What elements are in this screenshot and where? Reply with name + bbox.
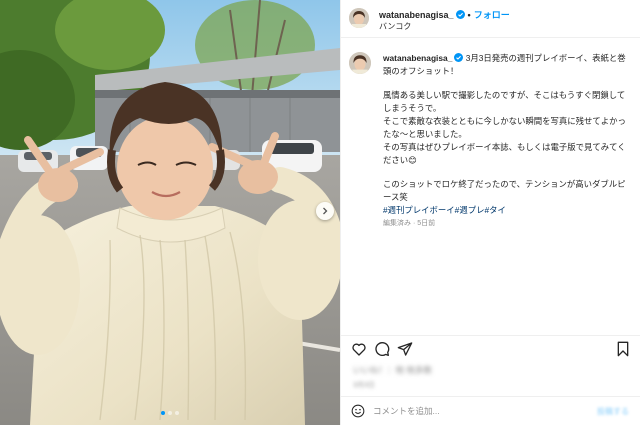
caption-paragraph-5: このショットでロケ終了だったので、テンションが高いダブルピース笑 [383, 179, 626, 202]
carousel-next-button[interactable] [316, 202, 334, 220]
caption-text: watanabenagisa_ 3月3日発売の週刊プレイボーイ、表紙と巻頭のオフ… [383, 52, 633, 230]
send-icon[interactable] [397, 341, 413, 357]
likes-count[interactable]: いいね！：他 他多数 [353, 364, 432, 376]
hashtags[interactable]: #週刊プレイボーイ#週プレ#タイ [383, 204, 633, 217]
header-separator: • [467, 10, 471, 20]
header-username[interactable]: watanabenagisa_ [379, 10, 454, 20]
caption-paragraph-4: その写真はぜひプレイボーイ本誌、もしくは電子版で見てみてください [383, 142, 626, 165]
avatar[interactable] [349, 8, 369, 28]
chevron-right-icon [323, 207, 328, 215]
verified-badge-icon [454, 53, 464, 62]
bookmark-icon[interactable] [615, 341, 631, 357]
smile-emoji: 😊 [408, 155, 417, 165]
caption-meta: 編集済み · 5日前 [383, 220, 436, 227]
carousel-indicator [0, 411, 340, 415]
avatar-image [349, 8, 369, 28]
caption-paragraph-3: そこで素敵な衣装とともに今しかない瞬間を写真に残せてよかったな〜と思いました。 [383, 116, 626, 139]
carousel-dot [161, 411, 165, 415]
post-comment-button[interactable]: 投稿する [597, 406, 629, 417]
photo-illustration [0, 0, 340, 425]
follow-button[interactable]: フォロー [474, 10, 510, 20]
post-header: watanabenagisa_ • フォロー バンコク [341, 0, 640, 38]
verified-badge-icon [455, 10, 465, 19]
smiley-icon[interactable] [351, 404, 365, 418]
comment-input[interactable] [373, 403, 593, 419]
carousel-dot [168, 411, 172, 415]
location-link[interactable]: バンコク [379, 21, 411, 32]
avatar-image [349, 52, 371, 74]
comment-box: 投稿する [341, 396, 640, 425]
caption-avatar[interactable] [349, 52, 371, 74]
comment-icon[interactable] [374, 341, 390, 357]
caption-username[interactable]: watanabenagisa_ [383, 53, 452, 63]
heart-icon[interactable] [351, 341, 367, 357]
post-date: 3月3日 [353, 382, 375, 389]
caption-paragraph-2: 風情ある美しい駅で撮影したのですが、そこはもうすぐ閉鎖してしまうそうで。 [383, 90, 626, 113]
action-bar [341, 335, 640, 359]
post-photo[interactable] [0, 0, 340, 425]
post-sidebar: watanabenagisa_ • フォロー バンコク watanabenagisa… [340, 0, 640, 425]
carousel-dot [175, 411, 179, 415]
